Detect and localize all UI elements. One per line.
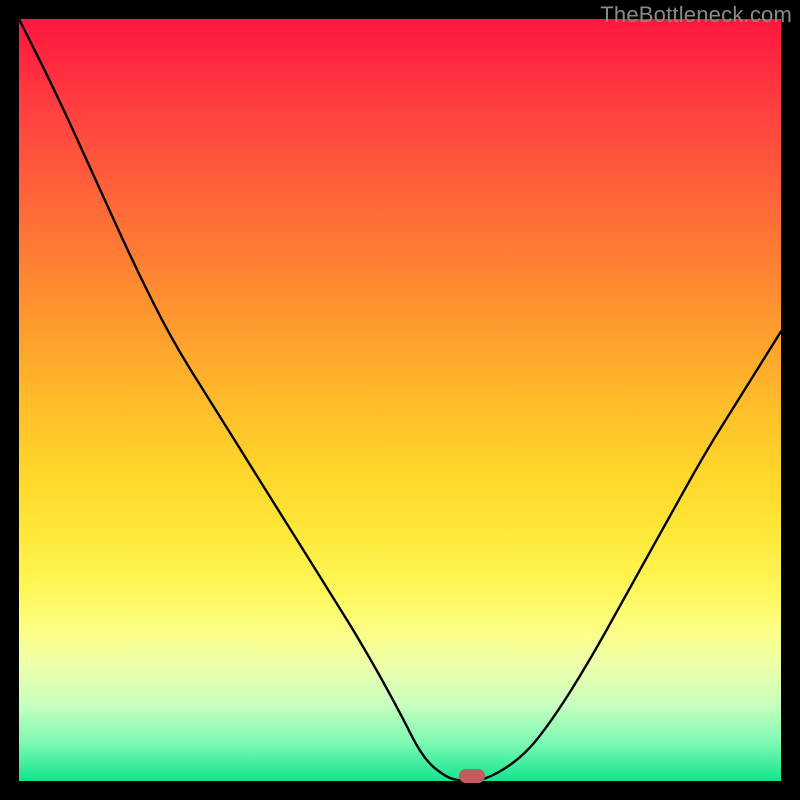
bottleneck-curve [19,19,781,781]
chart-frame: TheBottleneck.com [0,0,800,800]
watermark-text: TheBottleneck.com [600,2,792,28]
minimum-marker [459,769,485,783]
